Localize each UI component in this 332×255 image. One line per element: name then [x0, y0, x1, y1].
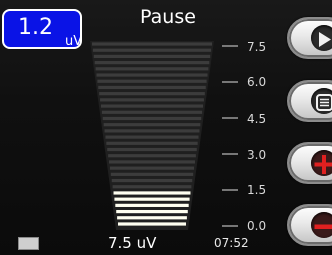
level-bar — [109, 160, 195, 164]
level-bar — [112, 185, 192, 189]
plus-icon — [314, 155, 332, 174]
level-bar — [98, 85, 206, 90]
scale-label-3-0: 3.0 — [247, 148, 267, 162]
level-bar — [111, 178, 193, 183]
level-bar — [102, 116, 202, 121]
increase-button[interactable] — [287, 142, 332, 184]
scale-label-1-5: 1.5 — [247, 183, 267, 197]
decrease-button[interactable] — [287, 204, 332, 246]
scale-label-0-0: 0.0 — [247, 219, 267, 233]
level-bar — [100, 104, 204, 108]
level-bar — [92, 42, 212, 46]
level-bar — [106, 141, 198, 145]
level-bar-active — [115, 203, 189, 207]
scale-ticks — [222, 45, 238, 227]
level-bar — [101, 110, 203, 114]
level-bar — [92, 48, 212, 52]
level-bar — [107, 147, 197, 152]
level-bar — [95, 67, 209, 71]
level-meter — [90, 41, 238, 230]
level-bar — [93, 54, 211, 59]
menu-button[interactable] — [287, 80, 332, 122]
scale-label-6-0: 6.0 — [247, 75, 267, 89]
scale-label-7-5: 7.5 — [247, 40, 267, 54]
list-icon — [316, 94, 332, 111]
level-bar — [108, 154, 196, 158]
clock-time: 07:52 — [214, 236, 249, 250]
level-bar — [99, 92, 205, 96]
scale-label-4-5: 4.5 — [247, 112, 267, 126]
level-bar-active — [114, 197, 190, 201]
play-button[interactable] — [287, 17, 332, 59]
level-monitor-screen: 1.2 uV Pause 7.5 6.0 4.5 3.0 1.5 0.0 7.5… — [0, 0, 332, 255]
level-bar — [97, 79, 207, 83]
play-icon — [319, 32, 331, 47]
level-bar — [103, 123, 201, 127]
level-bar-active — [117, 216, 187, 220]
level-bar — [109, 166, 195, 170]
status-indicator — [18, 237, 39, 250]
level-bar — [105, 135, 199, 139]
level-bar-active — [113, 191, 191, 195]
minus-icon — [314, 224, 332, 229]
range-value: 7.5 uV — [108, 234, 157, 252]
level-bar — [100, 98, 204, 102]
level-bar-active — [118, 222, 186, 226]
level-bar-active — [116, 209, 188, 214]
level-bar — [104, 129, 200, 133]
level-bar — [110, 172, 194, 176]
level-bar — [94, 61, 210, 65]
level-bar — [96, 73, 208, 77]
